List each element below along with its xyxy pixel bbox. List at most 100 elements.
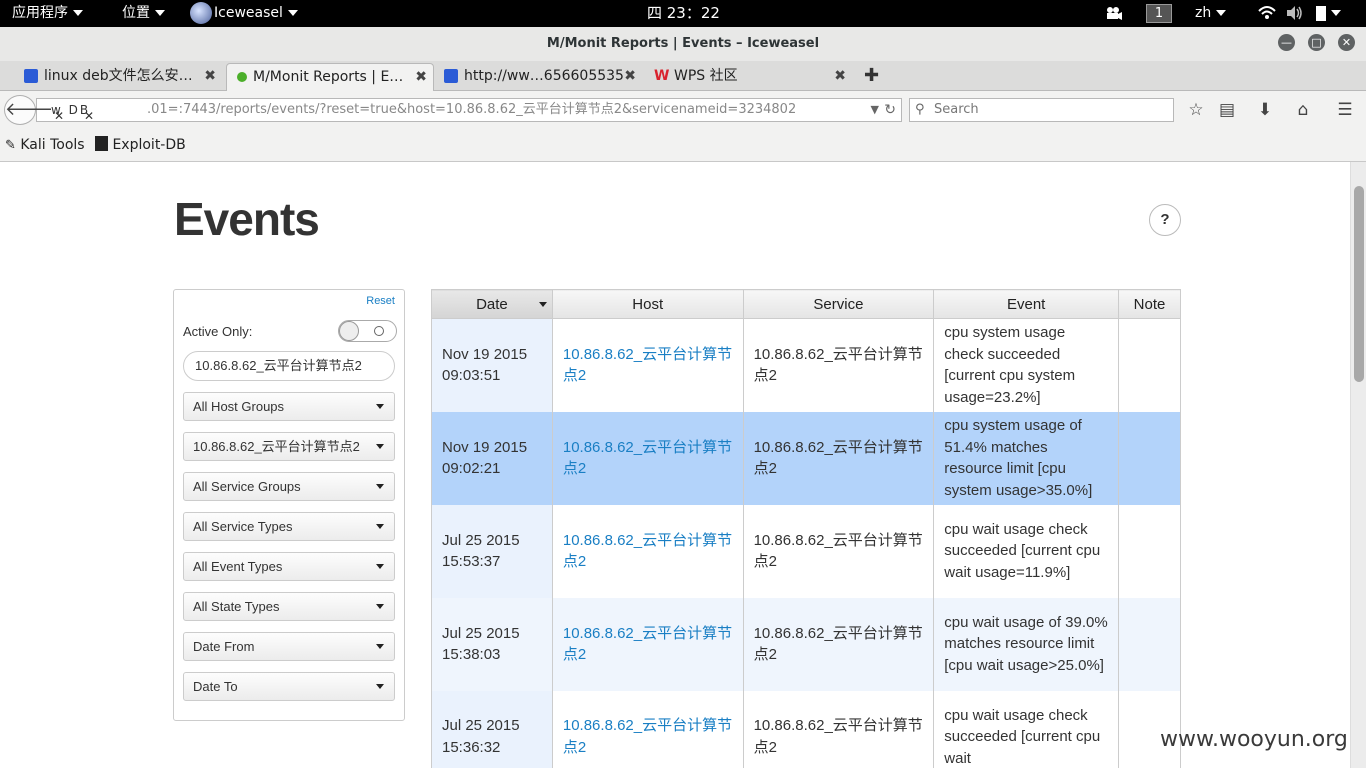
service-type-select[interactable]: All Service Types: [183, 512, 395, 541]
table-row[interactable]: Jul 25 2015 15:38:03 10.86.8.62_云平台计算节点2 …: [431, 597, 1181, 691]
close-window-button[interactable]: ✕: [1338, 34, 1355, 51]
bookmark-star-icon[interactable]: ☆: [1185, 99, 1207, 121]
bookmark-kali-tools[interactable]: ✎ Kali Tools: [5, 129, 85, 162]
minimize-button[interactable]: —: [1278, 34, 1295, 51]
table-row[interactable]: Nov 19 2015 09:03:51 10.86.8.62_云平台计算节点2 …: [431, 318, 1181, 412]
download-icon[interactable]: ⬇: [1254, 99, 1276, 121]
event-cell: cpu wait usage of 39.0% matches resource…: [933, 597, 1120, 691]
select-value: Date From: [193, 639, 255, 654]
host-select[interactable]: 10.86.8.62_云平台计算节点2: [183, 432, 395, 461]
search-placeholder: Search: [934, 102, 979, 117]
plus-icon: ✚: [864, 65, 880, 86]
panel-clock[interactable]: 四 23：22: [647, 0, 720, 27]
caret-down-icon: [376, 684, 384, 689]
tab-http-link[interactable]: http://ww…656605535 ✖: [438, 63, 642, 91]
help-button[interactable]: ?: [1149, 204, 1181, 236]
active-only-label: Active Only:: [183, 324, 253, 339]
host-search-input[interactable]: 10.86.8.62_云平台计算节点2: [183, 351, 395, 381]
event-time: 09:03:51: [442, 367, 501, 385]
close-icon[interactable]: ✕: [84, 109, 94, 123]
select-value: All State Types: [193, 599, 280, 614]
table-row[interactable]: Nov 19 2015 09:02:21 10.86.8.62_云平台计算节点2 …: [431, 411, 1181, 505]
app-menu[interactable]: Iceweasel: [190, 0, 298, 27]
reset-link[interactable]: Reset: [366, 295, 395, 307]
wifi-icon[interactable]: [1258, 0, 1276, 27]
battery-icon: [1316, 5, 1326, 21]
reading-list-icon[interactable]: ▤: [1216, 99, 1238, 121]
search-input[interactable]: ⚲ Search: [909, 98, 1174, 122]
back-arrow-icon: 🡐: [5, 99, 54, 120]
host-link[interactable]: 10.86.8.62_云平台计算节点2: [563, 532, 732, 571]
close-icon[interactable]: ✕: [54, 109, 64, 123]
page-scrollbar[interactable]: [1350, 162, 1366, 768]
close-tab-icon[interactable]: ✖: [834, 63, 846, 89]
table-row[interactable]: Jul 25 2015 15:53:37 10.86.8.62_云平台计算节点2 …: [431, 504, 1181, 598]
state-type-select[interactable]: All State Types: [183, 592, 395, 621]
toggle-knob: [339, 321, 359, 341]
places-menu[interactable]: 位置: [122, 0, 165, 27]
url-bar[interactable]: w DB .01=:7443/reports/events/?reset=tru…: [36, 98, 902, 122]
volume-icon[interactable]: [1286, 0, 1304, 27]
tab-bar: linux deb文件怎么安… ✖ M/Monit Reports | E… ✖…: [0, 61, 1366, 91]
table-row[interactable]: Jul 25 2015 15:36:32 10.86.8.62_云平台计算节点2 …: [431, 690, 1181, 768]
maximize-button[interactable]: □: [1308, 34, 1325, 51]
tab-linux-deb[interactable]: linux deb文件怎么安… ✖: [18, 63, 222, 91]
close-tab-icon[interactable]: ✖: [415, 64, 427, 90]
close-tab-icon[interactable]: ✖: [204, 63, 216, 89]
menu-icon[interactable]: ☰: [1334, 99, 1356, 121]
column-header-note[interactable]: Note: [1118, 289, 1181, 319]
camera-icon[interactable]: [1104, 0, 1122, 27]
close-icon: ✕: [1341, 36, 1352, 49]
close-tab-icon[interactable]: ✖: [624, 63, 636, 89]
new-tab-button[interactable]: ✚: [864, 63, 879, 89]
date-from-select[interactable]: Date From: [183, 632, 395, 661]
host-link[interactable]: 10.86.8.62_云平台计算节点2: [563, 346, 732, 385]
column-header-date[interactable]: Date: [431, 289, 553, 319]
tab-wps-community[interactable]: W WPS 社区 ✖: [648, 63, 852, 91]
language-menu[interactable]: zh: [1195, 0, 1227, 27]
caret-down-icon: [376, 524, 384, 529]
event-time: 09:02:21: [442, 460, 501, 477]
chevron-down-icon: [1216, 10, 1227, 16]
back-button[interactable]: 🡐: [4, 95, 53, 125]
battery-menu[interactable]: [1316, 0, 1341, 27]
host-link[interactable]: 10.86.8.62_云平台计算节点2: [563, 717, 732, 756]
host-group-select[interactable]: All Host Groups: [183, 392, 395, 421]
service-group-select[interactable]: All Service Groups: [183, 472, 395, 501]
column-header-host[interactable]: Host: [551, 289, 744, 319]
event-cell: cpu system usage check succeeded [curren…: [933, 318, 1120, 412]
tab-mmonit-reports[interactable]: M/Monit Reports | E… ✖: [226, 63, 434, 91]
event-time: 15:53:37: [442, 553, 501, 570]
chevron-down-icon: [73, 10, 83, 16]
host-link[interactable]: 10.86.8.62_云平台计算节点2: [563, 625, 732, 664]
reload-icon[interactable]: ↻: [884, 99, 896, 121]
host-link[interactable]: 10.86.8.62_云平台计算节点2: [563, 439, 732, 478]
active-only-toggle[interactable]: [338, 320, 397, 342]
event-type-select[interactable]: All Event Types: [183, 552, 395, 581]
workspace-indicator[interactable]: 1: [1146, 4, 1172, 23]
home-icon[interactable]: ⌂: [1292, 99, 1314, 121]
scrollbar-thumb[interactable]: [1354, 186, 1364, 382]
event-time: 15:36:32: [442, 738, 501, 756]
window-titlebar[interactable]: M/Monit Reports | Events – Iceweasel — □…: [0, 27, 1366, 61]
tab-label: WPS 社区: [674, 68, 738, 84]
app-menu-label: Iceweasel: [214, 5, 283, 21]
applications-label: 应用程序: [12, 5, 68, 21]
tab-label: linux deb文件怎么安…: [44, 68, 193, 84]
note-cell: [1118, 318, 1181, 412]
host-cell: 10.86.8.62_云平台计算节点2: [551, 411, 744, 505]
date-to-select[interactable]: Date To: [183, 672, 395, 701]
event-date: Jul 25 2015: [442, 717, 520, 735]
host-cell: 10.86.8.62_云平台计算节点2: [551, 504, 744, 598]
applications-menu[interactable]: 应用程序: [12, 0, 83, 27]
url-history-dropdown-icon[interactable]: ▼: [871, 99, 879, 121]
page-title: Events: [174, 193, 320, 245]
tab-label: M/Monit Reports | E…: [253, 69, 404, 85]
column-header-service[interactable]: Service: [742, 289, 935, 319]
column-header-event[interactable]: Event: [933, 289, 1120, 319]
header-label: Date: [476, 295, 508, 313]
chevron-down-icon: [1331, 10, 1341, 16]
bookmark-exploit-db[interactable]: Exploit-DB: [95, 129, 186, 162]
paw-icon: [24, 69, 38, 83]
language-label: zh: [1195, 5, 1212, 21]
